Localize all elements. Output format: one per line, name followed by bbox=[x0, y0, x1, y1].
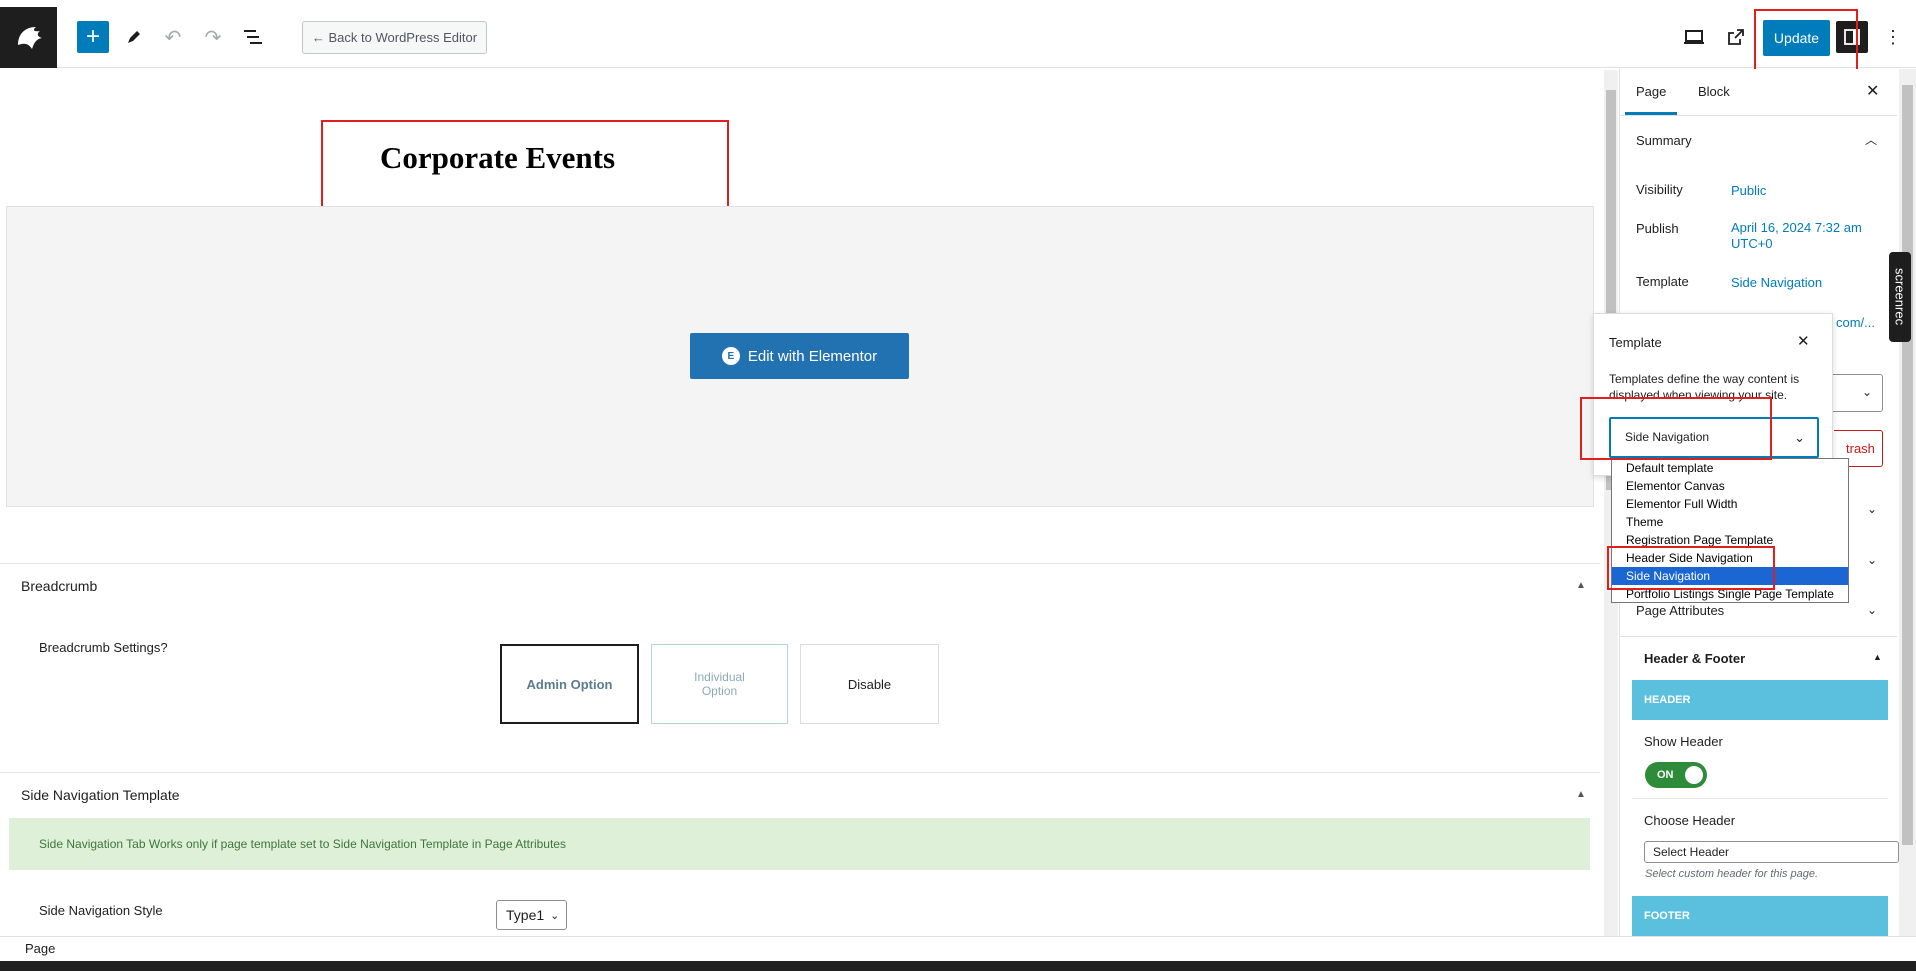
sidebar-tabs: Page Block ✕ bbox=[1620, 69, 1897, 116]
divider bbox=[1632, 798, 1888, 799]
collapse-breadcrumb-icon[interactable]: ▲ bbox=[1576, 580, 1586, 591]
screenrec-badge[interactable]: screenrec bbox=[1889, 252, 1911, 342]
publish-date-line-1[interactable]: April 16, 2024 7:32 am bbox=[1731, 220, 1862, 236]
side-navigation-heading[interactable]: Side Navigation Template bbox=[21, 787, 180, 803]
settings-sidebar-toggle-icon[interactable] bbox=[1836, 21, 1868, 53]
back-to-wordpress-editor-button[interactable]: ← Back to WordPress Editor bbox=[302, 21, 487, 54]
editor-toolbar: + ↶ ↷ ← Back to WordPress Editor Update … bbox=[0, 7, 1916, 68]
side-navigation-notice: Side Navigation Tab Works only if page t… bbox=[9, 818, 1590, 870]
undo-icon[interactable]: ↶ bbox=[157, 21, 189, 53]
individual-option-button[interactable]: Individual Option bbox=[651, 644, 788, 724]
template-option[interactable]: Header Side Navigation bbox=[1612, 549, 1848, 567]
summary-heading[interactable]: Summary bbox=[1636, 133, 1692, 148]
tab-block[interactable]: Block bbox=[1698, 84, 1730, 99]
document-overview-icon[interactable] bbox=[237, 21, 269, 53]
sidebar-scrollbar-thumb[interactable] bbox=[1902, 85, 1913, 845]
chevron-down-icon: ⌄ bbox=[1794, 430, 1805, 445]
publish-date-line-2[interactable]: UTC+0 bbox=[1731, 236, 1773, 252]
show-header-label: Show Header bbox=[1644, 734, 1723, 749]
chevron-down-icon: ⌄ bbox=[550, 909, 560, 922]
tools-pencil-icon[interactable] bbox=[118, 21, 150, 53]
update-button[interactable]: Update bbox=[1763, 20, 1830, 56]
close-popover-icon[interactable]: ✕ bbox=[1797, 332, 1810, 350]
toggle-knob bbox=[1685, 766, 1703, 784]
panel-chevron-down-icon[interactable]: ⌄ bbox=[1867, 553, 1877, 567]
status-select-partial[interactable]: ⌄ bbox=[1830, 374, 1883, 412]
close-sidebar-icon[interactable]: ✕ bbox=[1866, 81, 1879, 101]
edit-with-elementor-label: Edit with Elementor bbox=[747, 347, 878, 365]
add-block-button[interactable]: + bbox=[77, 21, 109, 53]
block-breadcrumb-bar[interactable]: Page bbox=[0, 936, 1916, 961]
wordpress-editor: + ↶ ↷ ← Back to WordPress Editor Update … bbox=[0, 0, 1916, 971]
visibility-label: Visibility bbox=[1636, 182, 1683, 197]
admin-option-button[interactable]: Admin Option bbox=[500, 644, 639, 724]
template-option[interactable]: Theme bbox=[1612, 513, 1848, 531]
breadcrumb-settings-label: Breadcrumb Settings? bbox=[39, 640, 168, 655]
template-option[interactable]: Registration Page Template bbox=[1612, 531, 1848, 549]
toggle-on-label: ON bbox=[1657, 769, 1674, 781]
select-header-help: Select custom header for this page. bbox=[1645, 868, 1819, 880]
template-popover: Template ✕ Templates define the way cont… bbox=[1593, 313, 1833, 476]
page-title[interactable]: Corporate Events bbox=[380, 140, 615, 176]
header-footer-heading[interactable]: Header & Footer bbox=[1644, 651, 1745, 666]
side-navigation-style-label: Side Navigation Style bbox=[39, 903, 163, 918]
chevron-up-icon[interactable]: ︿ bbox=[1865, 131, 1877, 148]
visibility-value[interactable]: Public bbox=[1731, 183, 1766, 199]
template-popover-title: Template bbox=[1609, 335, 1662, 350]
publish-label: Publish bbox=[1636, 221, 1679, 236]
template-options-list: Default template Elementor Canvas Elemen… bbox=[1611, 458, 1849, 603]
footer-section-bar: FOOTER bbox=[1632, 896, 1888, 936]
template-option-selected[interactable]: Side Navigation bbox=[1612, 567, 1848, 585]
permalink-partial[interactable]: com/... bbox=[1836, 315, 1875, 331]
site-logo-icon[interactable] bbox=[0, 7, 57, 68]
select-header-dropdown[interactable]: Select Header bbox=[1644, 841, 1899, 863]
choose-header-label: Choose Header bbox=[1644, 813, 1736, 828]
os-taskbar bbox=[0, 961, 1916, 971]
tab-page-indicator bbox=[1625, 112, 1677, 115]
preview-device-icon[interactable] bbox=[1678, 21, 1710, 53]
collapse-side-navigation-icon[interactable]: ▲ bbox=[1576, 789, 1586, 800]
template-popover-description: Templates define the way content is disp… bbox=[1609, 372, 1800, 402]
collapse-header-footer-icon[interactable]: ▲ bbox=[1873, 652, 1882, 662]
header-section-bar: HEADER bbox=[1632, 680, 1888, 720]
side-navigation-style-select[interactable]: Type1 ⌄ bbox=[496, 900, 567, 930]
chevron-down-icon: ⌄ bbox=[1862, 385, 1873, 399]
template-value[interactable]: Side Navigation bbox=[1731, 275, 1822, 291]
show-header-toggle[interactable]: ON bbox=[1645, 762, 1707, 788]
breadcrumb-heading[interactable]: Breadcrumb bbox=[21, 578, 97, 594]
page-attributes-heading[interactable]: Page Attributes bbox=[1636, 603, 1724, 618]
options-kebab-icon[interactable]: ⋮ bbox=[1877, 21, 1909, 53]
tab-page[interactable]: Page bbox=[1636, 84, 1666, 99]
template-option[interactable]: Portfolio Listings Single Page Template bbox=[1612, 585, 1848, 603]
elementor-icon: E bbox=[721, 347, 740, 365]
edit-with-elementor-button[interactable]: E Edit with Elementor bbox=[690, 333, 909, 379]
template-option[interactable]: Default template bbox=[1612, 459, 1848, 477]
view-page-external-icon[interactable] bbox=[1720, 21, 1752, 53]
template-option[interactable]: Elementor Canvas bbox=[1612, 477, 1848, 495]
chevron-down-icon[interactable]: ⌄ bbox=[1867, 603, 1877, 617]
disable-option-button[interactable]: Disable bbox=[800, 644, 939, 724]
template-option[interactable]: Elementor Full Width bbox=[1612, 495, 1848, 513]
panel-chevron-down-icon[interactable]: ⌄ bbox=[1867, 502, 1877, 516]
template-select-value: Side Navigation bbox=[1625, 430, 1710, 444]
template-label: Template bbox=[1636, 274, 1689, 289]
divider bbox=[1620, 636, 1897, 637]
side-navigation-style-value: Type1 bbox=[506, 907, 545, 923]
template-select[interactable]: Side Navigation ⌄ bbox=[1609, 417, 1819, 458]
redo-icon[interactable]: ↷ bbox=[197, 21, 229, 53]
